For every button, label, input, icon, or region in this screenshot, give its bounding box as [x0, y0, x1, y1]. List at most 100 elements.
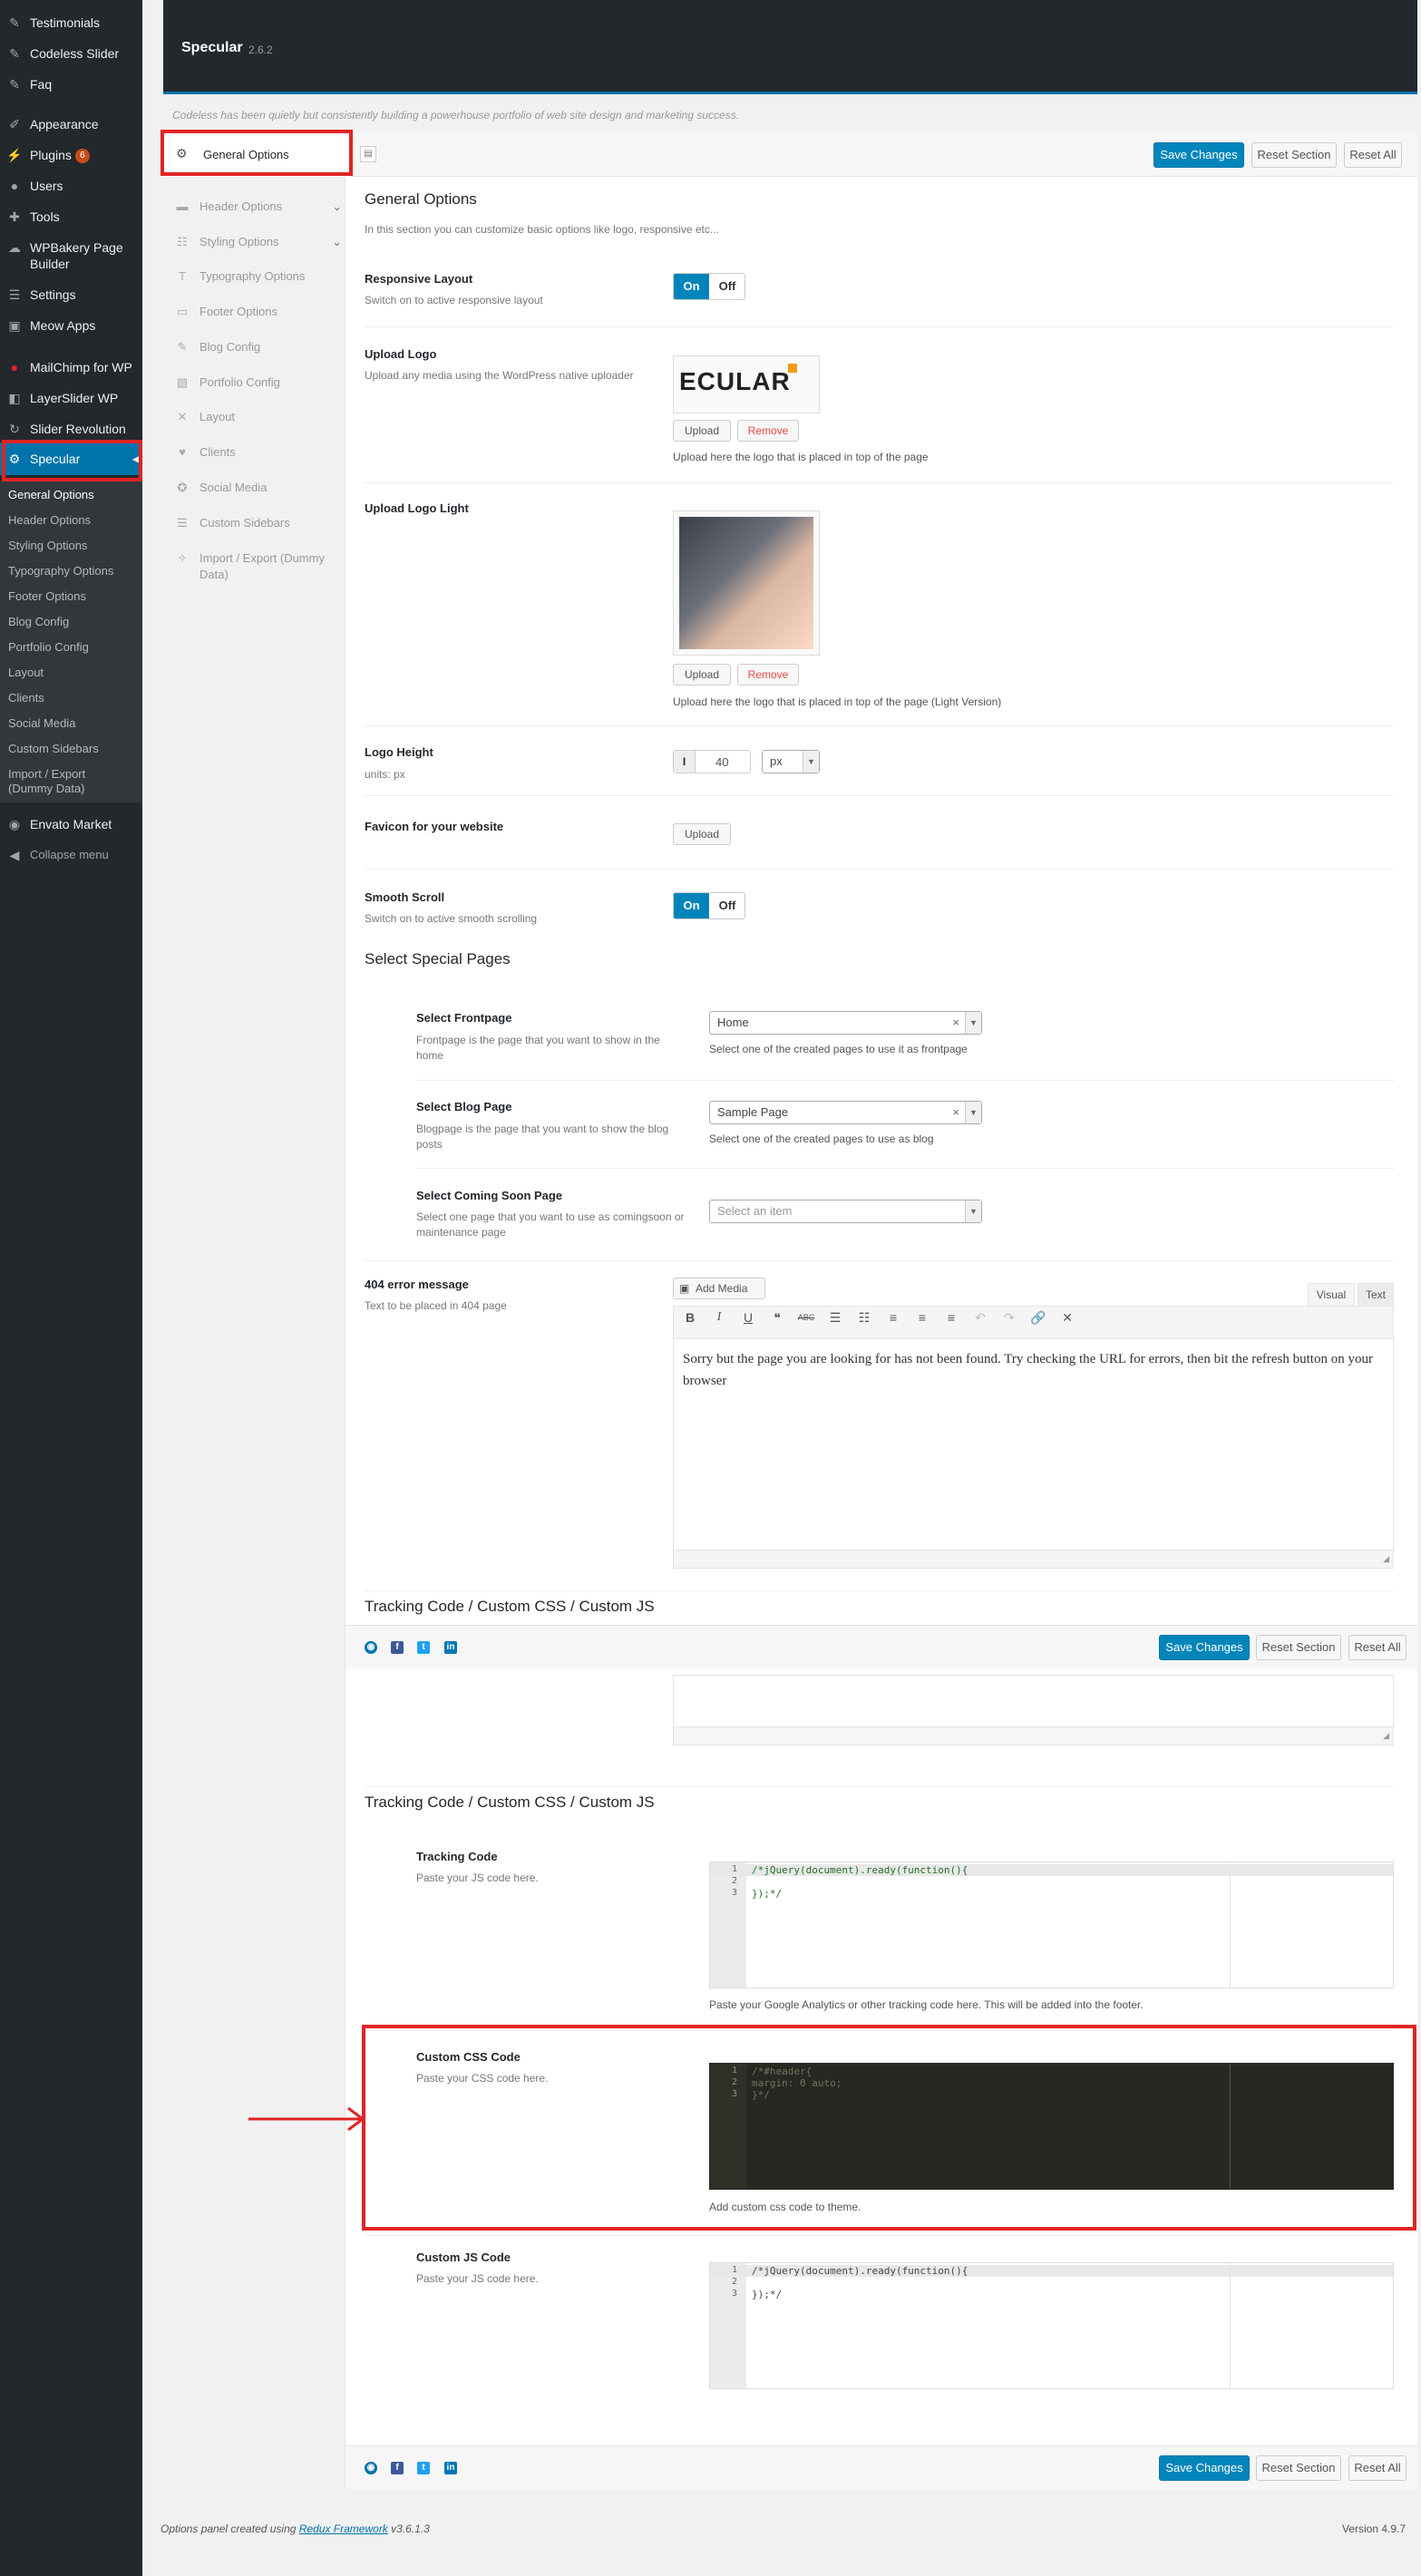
save-changes-button[interactable]: Save Changes: [1153, 142, 1244, 168]
menu-item-wpbakery[interactable]: ☁ WPBakery Page Builder: [0, 239, 142, 276]
reset-section-button[interactable]: Reset Section: [1251, 142, 1337, 168]
coming-soon-select[interactable]: Select an item ▼: [709, 1200, 982, 1223]
facebook-icon[interactable]: f: [391, 2462, 404, 2474]
toggle-off[interactable]: Off: [710, 893, 745, 919]
section-title: Select Special Pages: [365, 950, 511, 967]
tracking-code-editor[interactable]: 1 2 3 /*jQuery(document).ready(function(…: [709, 1862, 1394, 1988]
remove-logo-light-button[interactable]: Remove: [737, 664, 799, 685]
redux-framework-link[interactable]: Redux Framework: [299, 2523, 388, 2535]
underline-icon[interactable]: U: [737, 1307, 759, 1328]
save-changes-button[interactable]: Save Changes: [1159, 2455, 1250, 2481]
nav-layout[interactable]: ✕ Layout: [174, 409, 236, 425]
twitter-icon[interactable]: t: [417, 2462, 430, 2474]
editor-content[interactable]: Sorry but the page you are looking for h…: [683, 1348, 1381, 1392]
resize-handle-icon[interactable]: ◢: [1383, 1554, 1389, 1564]
clear-icon[interactable]: ×: [952, 1012, 959, 1034]
submenu-layout[interactable]: Layout: [8, 666, 44, 680]
chevron-down-icon: ▼: [965, 1201, 981, 1222]
reset-all-button[interactable]: Reset All: [1348, 2455, 1406, 2481]
field-title: 404 error message: [365, 1278, 469, 1291]
code-line: });*/: [752, 2289, 783, 2300]
nav-footer-options[interactable]: ▭ Footer Options: [174, 304, 277, 320]
expand-options-icon[interactable]: ▤: [360, 146, 376, 162]
upload-logo-button[interactable]: Upload: [673, 420, 731, 442]
align-left-icon[interactable]: ≡: [882, 1307, 904, 1328]
submenu-social-media[interactable]: Social Media: [8, 716, 75, 731]
undo-icon[interactable]: ↶: [969, 1307, 991, 1328]
nav-label: Styling Options: [200, 235, 279, 248]
credit-version: v3.6.1.3: [391, 2523, 430, 2535]
logo-height-input[interactable]: I 40: [673, 750, 751, 773]
bullet-list-icon[interactable]: ☰: [824, 1307, 846, 1328]
fullscreen-icon[interactable]: ✕: [1056, 1307, 1078, 1328]
redux-icon[interactable]: ◉: [365, 1641, 377, 1654]
nav-clients[interactable]: ♥ Clients: [174, 444, 236, 461]
unit-value: px: [770, 754, 783, 768]
linkedin-icon[interactable]: in: [444, 1641, 457, 1654]
nav-styling-options[interactable]: ☷ Styling Options ⌄: [174, 234, 342, 250]
submenu-typography-options[interactable]: Typography Options: [8, 564, 113, 578]
submenu-header-options[interactable]: Header Options: [8, 513, 91, 528]
reset-all-button[interactable]: Reset All: [1344, 142, 1402, 168]
nav-label: Portfolio Config: [200, 375, 280, 389]
mailchimp-icon: ●: [10, 360, 19, 374]
submenu-footer-options[interactable]: Footer Options: [8, 589, 86, 604]
linkedin-icon[interactable]: in: [444, 2462, 457, 2474]
align-right-icon[interactable]: ≡: [940, 1307, 962, 1328]
toggle-on[interactable]: On: [674, 274, 709, 299]
select-placeholder: Select an item: [717, 1204, 793, 1218]
submenu-blog-config[interactable]: Blog Config: [8, 615, 69, 629]
redux-icon[interactable]: ◉: [365, 2462, 377, 2474]
resize-handle-icon[interactable]: ◢: [1383, 1731, 1389, 1741]
custom-js-editor[interactable]: 1 2 3 /*jQuery(document).ready(function(…: [709, 2262, 1394, 2389]
field-title: Tracking Code: [416, 1850, 498, 1863]
divider: [365, 869, 1394, 870]
logo-height-unit-select[interactable]: px ▼: [762, 750, 820, 773]
blog-page-select[interactable]: Sample Page × ▼: [709, 1101, 982, 1124]
italic-icon[interactable]: I: [708, 1307, 730, 1328]
twitter-icon[interactable]: t: [417, 1641, 430, 1654]
upload-favicon-button[interactable]: Upload: [673, 823, 731, 845]
brush-icon: ✐: [9, 117, 20, 131]
smooth-scroll-toggle[interactable]: On Off: [673, 892, 745, 919]
clear-icon[interactable]: ×: [952, 1102, 959, 1123]
strikethrough-icon[interactable]: ABC: [795, 1307, 817, 1328]
submenu-styling-options[interactable]: Styling Options: [8, 539, 87, 553]
numbered-list-icon[interactable]: ☷: [853, 1307, 875, 1328]
blockquote-icon[interactable]: ❝: [766, 1307, 788, 1328]
remove-logo-button[interactable]: Remove: [737, 420, 799, 442]
nav-custom-sidebars[interactable]: ☰ Custom Sidebars: [174, 515, 290, 531]
facebook-icon[interactable]: f: [391, 1641, 404, 1654]
specular-submenu: General Options Header Options Styling O…: [0, 481, 142, 802]
toggle-on[interactable]: On: [674, 893, 709, 919]
redo-icon[interactable]: ↷: [998, 1307, 1020, 1328]
reset-section-button[interactable]: Reset Section: [1256, 2455, 1341, 2481]
save-changes-button[interactable]: Save Changes: [1159, 1635, 1250, 1660]
blog-page-help: Select one of the created pages to use a…: [709, 1132, 934, 1145]
upload-logo-light-button[interactable]: Upload: [673, 664, 731, 685]
link-icon[interactable]: 🔗: [1027, 1307, 1049, 1328]
frontpage-select[interactable]: Home × ▼: [709, 1011, 982, 1035]
reset-all-button[interactable]: Reset All: [1348, 1635, 1406, 1660]
responsive-toggle[interactable]: On Off: [673, 273, 745, 300]
bold-icon[interactable]: B: [679, 1307, 701, 1328]
submenu-portfolio-config[interactable]: Portfolio Config: [8, 640, 89, 655]
nav-social-media[interactable]: ✪ Social Media: [174, 480, 268, 496]
tab-visual[interactable]: Visual: [1308, 1283, 1355, 1307]
tab-text[interactable]: Text: [1358, 1283, 1394, 1307]
nav-header-options[interactable]: ▬ Header Options ⌄: [174, 199, 343, 215]
align-center-icon[interactable]: ≡: [911, 1307, 933, 1328]
add-media-button[interactable]: ▣ Add Media: [673, 1278, 765, 1299]
divider: [365, 326, 1394, 327]
reset-section-button[interactable]: Reset Section: [1256, 1635, 1341, 1660]
nav-import-export[interactable]: ✧ Import / Export (Dummy Data): [174, 550, 346, 583]
submenu-custom-sidebars[interactable]: Custom Sidebars: [8, 742, 99, 756]
submenu-clients[interactable]: Clients: [8, 691, 44, 705]
submenu-general-options[interactable]: General Options: [8, 488, 94, 502]
nav-typography-options[interactable]: T Typography Options: [174, 268, 305, 285]
toggle-off[interactable]: Off: [710, 274, 745, 299]
nav-portfolio-config[interactable]: ▧ Portfolio Config: [174, 374, 280, 391]
submenu-import-export[interactable]: Import / Export (Dummy Data): [8, 767, 108, 796]
update-count-badge: 6: [74, 149, 90, 164]
nav-blog-config[interactable]: ✎ Blog Config: [174, 339, 261, 355]
